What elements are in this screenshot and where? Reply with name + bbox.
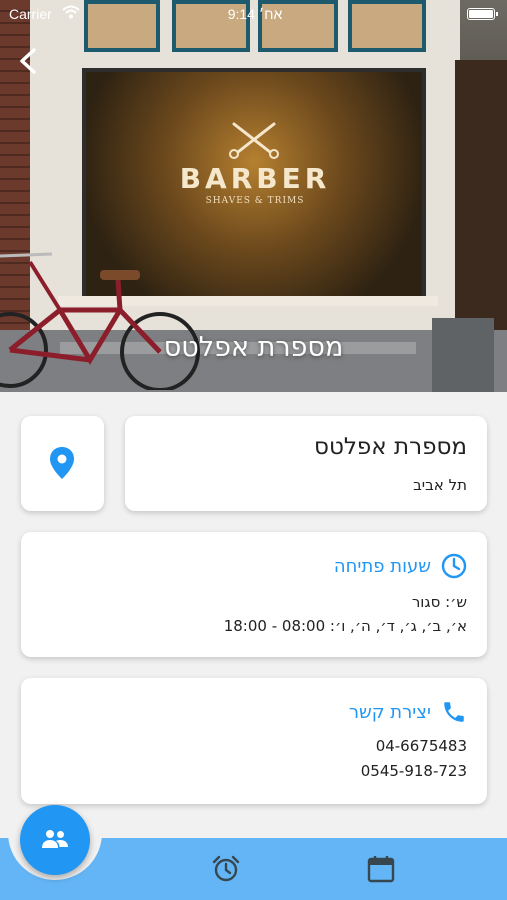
hours-header: שעות פתיחה [334, 552, 467, 580]
people-icon [42, 830, 68, 848]
status-bar: Carrier 9:14 אח׳ [0, 0, 507, 28]
alarm-clock-icon[interactable] [211, 854, 241, 884]
business-info-card: מספרת אפלטס תל אביב [125, 416, 487, 511]
calendar-icon[interactable] [366, 854, 396, 884]
scissors-logo-icon [229, 122, 279, 159]
contact-header: יצירת קשר [349, 698, 467, 726]
clock-icon [441, 553, 467, 579]
business-city: תל אביב [413, 476, 467, 494]
sign-text: BARBER [179, 162, 331, 195]
phone-icon [444, 702, 464, 722]
sign-subtitle: SHAVES & TRIMS [205, 196, 305, 206]
battery-level [469, 10, 493, 18]
battery-icon [467, 8, 498, 20]
carrier-label: Carrier [9, 6, 52, 22]
phone-number-link[interactable]: 04-6675483 [376, 737, 467, 755]
opening-hours-card: שעות פתיחה ש׳: סגור א׳, ב׳, ג׳, ד׳, ה׳, … [21, 532, 487, 657]
status-time: 9:14 אח׳ [227, 6, 283, 22]
map-button[interactable] [21, 416, 104, 511]
hours-line: א׳, ב׳, ג׳, ד׳, ה׳, ו׳: 08:00 - 18:00 [223, 617, 467, 635]
contact-title: יצירת קשר [348, 701, 431, 723]
hours-title: שעות פתיחה [333, 555, 431, 577]
phone-number-link[interactable]: 0545-918-723 [361, 762, 467, 780]
chevron-left-icon[interactable] [14, 44, 42, 78]
hero-title: מספרת אפלטס [163, 332, 344, 363]
hero-image: BARBER SHAVES & TRIMS מספרת אפלטס [0, 0, 507, 392]
hours-line: ש׳: סגור [411, 593, 467, 611]
business-name: מספרת אפלטס [314, 434, 467, 460]
contact-card: יצירת קשר 04-6675483 0545-918-723 [21, 678, 487, 804]
location-pin-icon [50, 447, 74, 479]
wifi-icon [62, 5, 80, 19]
bicycle [0, 252, 200, 390]
people-fab-button[interactable] [20, 805, 90, 875]
